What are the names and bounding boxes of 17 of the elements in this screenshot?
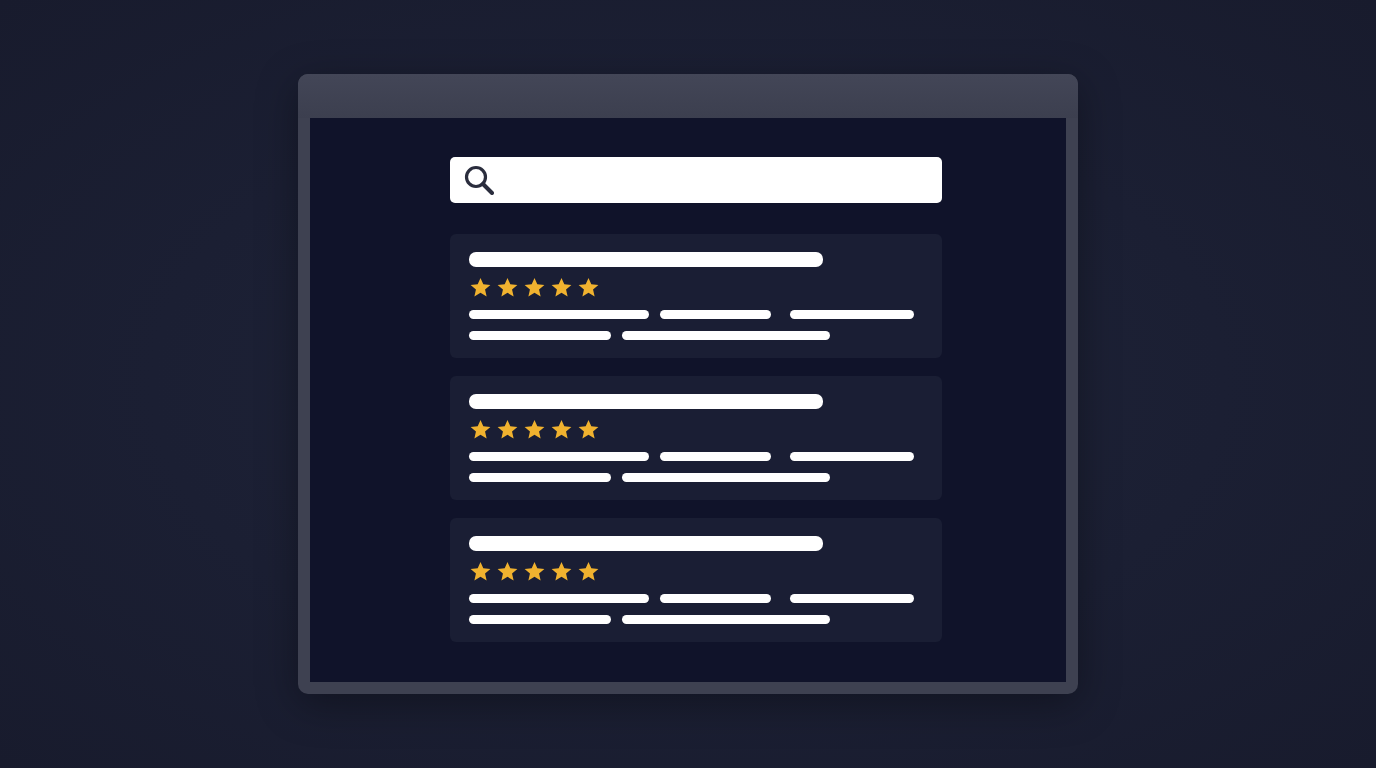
star-icon bbox=[524, 560, 545, 582]
star-icon bbox=[551, 276, 572, 298]
star-icon bbox=[497, 418, 518, 440]
search-icon bbox=[464, 164, 494, 195]
star-icon bbox=[524, 276, 545, 298]
star-icon bbox=[578, 560, 599, 582]
search-field[interactable] bbox=[450, 156, 942, 203]
star-icon bbox=[470, 276, 491, 298]
star-icon bbox=[497, 560, 518, 582]
star-icon bbox=[551, 560, 572, 582]
star-icon bbox=[470, 560, 491, 582]
star-icon bbox=[551, 418, 572, 440]
star-icon bbox=[578, 418, 599, 440]
star-icon bbox=[497, 276, 518, 298]
star-icon bbox=[470, 418, 491, 440]
star-icon bbox=[524, 418, 545, 440]
star-icon bbox=[578, 276, 599, 298]
